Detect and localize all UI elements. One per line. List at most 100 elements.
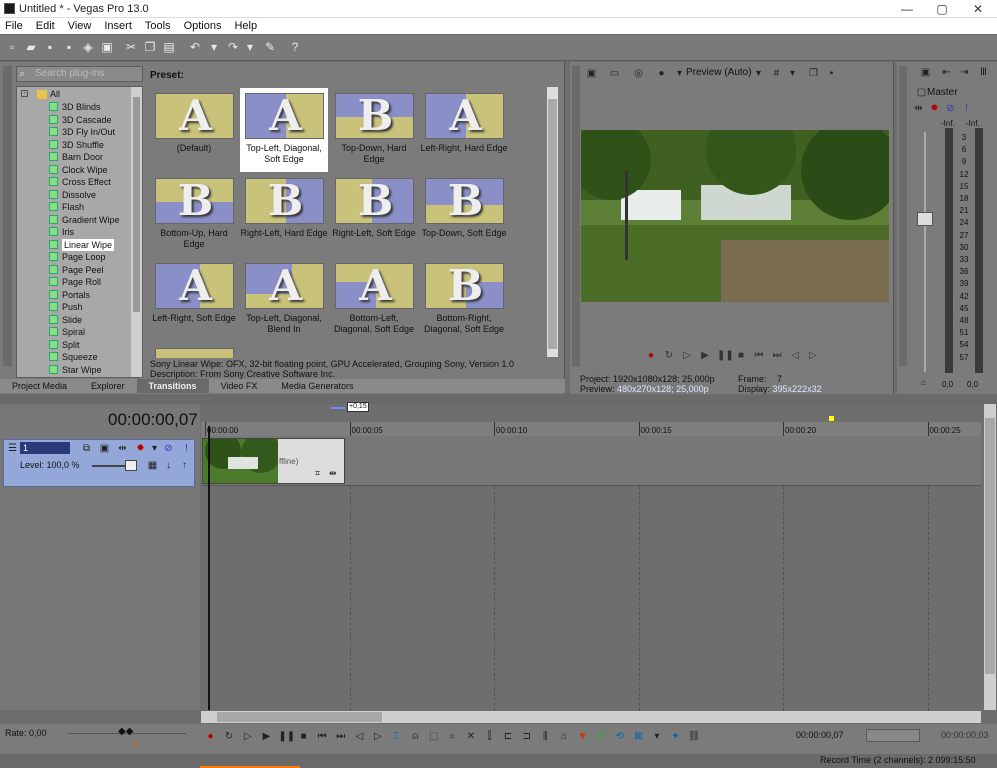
tree-item[interactable]: Linear Wipe [62,238,115,251]
split-screen-icon[interactable]: ● [655,67,668,80]
tree-item[interactable]: Push [62,301,83,313]
track-minimize-icon[interactable]: ☰ [6,442,19,455]
preview-monitor-icon[interactable]: ▭ [608,67,621,80]
horizontal-scroll-thumb[interactable] [217,712,382,722]
edit-details-icon[interactable]: ✎ [263,40,277,54]
selection-tool-icon[interactable]: ⬚ [427,730,440,743]
previous-frame-icon[interactable]: ◁ [789,350,801,362]
stop-icon[interactable]: ■ [297,730,310,743]
maximize-button[interactable]: ▢ [925,1,959,17]
preset-thumbnail[interactable]: A Left-Right, Hard Edge [420,88,508,172]
tab-explorer[interactable]: Explorer [79,379,137,393]
preset-thumbnail[interactable]: B Top-Down, Soft Edge [420,173,508,257]
tree-collapse-icon[interactable]: - [21,90,28,97]
project-properties-icon[interactable]: ▣ [585,67,598,80]
copy-snapshot-icon[interactable]: ❐ [807,67,820,80]
trim-end-icon[interactable]: ⊐ [520,730,533,743]
preset-thumbnail[interactable]: A Top-Left, Diagonal, Soft Edge [240,88,328,172]
tree-item[interactable]: Gradient Wipe [62,214,120,226]
tab-video-fx[interactable]: Video FX [209,379,270,393]
tab-project-media[interactable]: Project Media [0,379,79,393]
menu-view[interactable]: View [68,18,92,34]
overlays-icon[interactable]: # [770,67,783,80]
tree-item[interactable]: Barn Door [62,151,103,163]
play-icon[interactable]: ▶ [699,350,711,362]
fx-icon[interactable]: ◎ [632,67,645,80]
track-fx-dropdown-icon[interactable]: ▾ [148,442,161,455]
redo-icon[interactable]: ↷ [226,40,240,54]
plugin-tree[interactable]: - All 3D Blinds 3D Cascade 3D Fly In/Out 3D… [16,86,143,378]
pause-icon[interactable]: ❚❚ [717,350,734,362]
window-splitter[interactable] [0,395,997,404]
record-icon[interactable]: ● [645,350,657,362]
go-to-end-icon[interactable]: ⏭ [771,350,783,362]
track-fx-chain-icon[interactable]: ▦ [146,459,159,472]
video-track-header[interactable]: ☰ 1 ⧉ ▣ ⇹ ✹ ▾ ⊘ ! Level: 100,0 % ▦ ↓ ↑ [3,439,195,487]
rate-slider-handle[interactable]: ◆◆ [118,726,133,737]
tree-item[interactable]: Flash [62,201,84,213]
go-to-start-icon[interactable]: ⏮ [753,350,765,362]
tree-item[interactable]: Page Loop [62,251,106,263]
previous-frame-icon[interactable]: ◁ [353,730,366,743]
solo-icon[interactable]: ! [960,102,973,115]
clip-fx-icon[interactable]: ⇹ [329,468,337,479]
undo-dropdown-icon[interactable]: ▾ [207,40,221,54]
video-track-lane[interactable]: ffline) ⌗ ⇹ [201,436,981,486]
split-icon[interactable]: ⫼ [539,730,552,743]
tree-item[interactable]: Split [62,339,80,351]
track-solo-icon[interactable]: ! [180,442,193,455]
docking-gripper[interactable] [572,66,580,366]
track-mute-icon[interactable]: ⊘ [162,442,175,455]
preset-thumbnail[interactable]: A Bottom-Left, Diagonal, Soft Edge [330,258,418,342]
preset-scroll-thumb[interactable] [548,99,557,349]
tree-item[interactable]: Clock Wipe [62,164,108,176]
copy-icon[interactable]: ❐ [143,40,157,54]
bus-fx-icon[interactable]: ⇹ [912,102,925,115]
marker-icon[interactable] [829,416,834,421]
preset-thumbnail[interactable]: B Right-Left, Hard Edge [240,173,328,257]
loop-icon[interactable]: ↻ [223,730,236,743]
tree-item[interactable]: Page Roll [62,276,101,288]
track-motion-icon[interactable]: ⧉ [80,442,93,455]
track-fx-icon[interactable]: ✹ [134,442,147,455]
selection-length-field[interactable] [866,729,920,742]
next-frame-icon[interactable]: ▷ [371,730,384,743]
preset-thumbnail[interactable]: A Left-Right, Soft Edge [150,258,238,342]
save-icon[interactable]: ▪ [43,40,57,54]
insert-region-icon[interactable]: ⊓ [595,730,608,743]
auto-ripple-icon[interactable]: ⟲ [613,730,626,743]
go-to-end-icon[interactable]: ⏭ [334,730,347,743]
save-as-icon[interactable]: ▪ [62,40,76,54]
normal-edit-tool-icon[interactable]: ⌶ [390,730,403,743]
render-icon[interactable]: ◈ [81,40,95,54]
time-ruler[interactable]: 00:00:00 00:00:05 00:00:10 00:00:15 00:00:20… [201,422,981,716]
lock-envelopes-icon[interactable]: ✦ [669,730,682,743]
track-down-icon[interactable]: ↓ [162,459,175,472]
track-up-icon[interactable]: ↑ [178,459,191,472]
tree-item[interactable]: 3D Blinds [62,101,101,113]
next-frame-icon[interactable]: ▷ [807,350,819,362]
tree-item[interactable]: Star Wipe [62,364,102,376]
tree-item[interactable]: Portals [62,289,90,301]
stop-icon[interactable]: ■ [735,350,747,362]
preset-thumbnail[interactable]: B Bottom-Right, Diagonal, Soft Edge [420,258,508,342]
menu-file[interactable]: File [5,18,23,34]
tree-item[interactable]: 3D Shuffle [62,139,104,151]
tree-scroll-thumb[interactable] [133,97,140,312]
playhead-cursor[interactable] [208,426,210,710]
clip-crop-icon[interactable]: ⌗ [315,468,320,479]
dropdown-icon[interactable]: ▾ [673,67,686,80]
preview-quality[interactable]: Preview (Auto) [686,67,752,78]
tree-item[interactable]: Iris [62,226,74,238]
ignore-grouping-icon[interactable]: ⛓ [688,730,701,743]
tab-media-generators[interactable]: Media Generators [269,379,365,393]
delete-icon[interactable]: ✕ [464,730,477,743]
menu-tools[interactable]: Tools [145,18,171,34]
tree-item[interactable]: 3D Fly In/Out [62,126,115,138]
tree-scrollbar[interactable] [131,87,142,377]
meter-options-icon[interactable]: Ⅲ [977,66,990,79]
minimize-button[interactable]: — [890,1,924,17]
play-from-start-icon[interactable]: ▷ [681,350,693,362]
go-to-start-icon[interactable]: ⏮ [316,730,329,743]
timeline-vertical-scrollbar[interactable] [984,404,996,710]
